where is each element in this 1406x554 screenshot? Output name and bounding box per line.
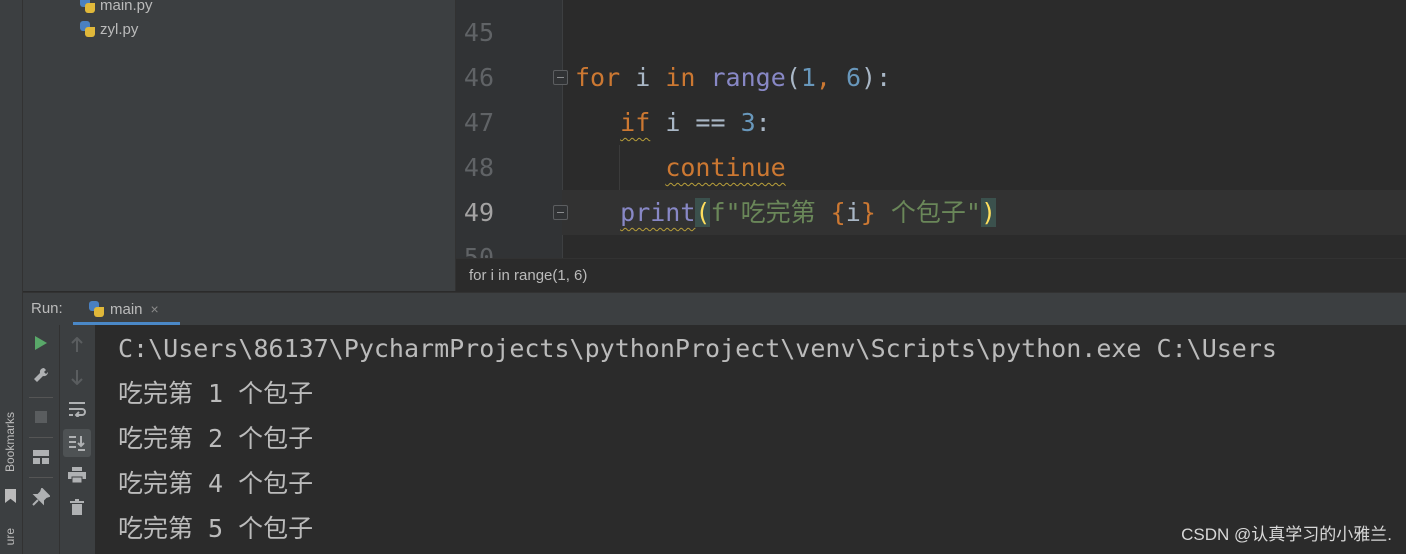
arrow-down-icon — [71, 370, 83, 385]
soft-wrap-icon — [69, 402, 86, 417]
edit-configuration-button[interactable] — [29, 363, 53, 387]
run-tool-window-header: Run: main × — [23, 292, 1406, 326]
run-tab-main[interactable]: main × — [75, 293, 169, 325]
code-line-49: print(f"吃完第 {i} 个包子") — [575, 190, 996, 235]
pin-tab-button[interactable] — [29, 485, 53, 509]
left-tool-strip: Bookmarks ure — [0, 0, 23, 554]
stop-icon — [35, 411, 47, 423]
number-literal: 3 — [740, 108, 756, 137]
bookmark-icon[interactable] — [5, 489, 16, 503]
code-line-47: if i == 3: — [575, 100, 771, 145]
breadcrumb-text: for i in range(1, 6) — [469, 267, 588, 284]
code-token: ( — [785, 63, 801, 92]
code-line-48: continue — [575, 145, 786, 190]
trash-icon — [70, 499, 84, 515]
code-token: ): — [861, 63, 892, 92]
line-number: 48 — [463, 153, 494, 182]
code-token: : — [755, 108, 771, 137]
fstring-brace: } — [860, 198, 876, 227]
python-icon — [89, 301, 104, 317]
arrow-up-icon — [71, 337, 83, 352]
editor-gutter: 45 46 47 48 49 50 — [456, 0, 562, 258]
keyword-if: if — [620, 108, 651, 137]
code-token: i == — [650, 108, 741, 137]
toolbar-separator — [29, 397, 53, 398]
toolbar-separator — [29, 477, 53, 478]
watermark: CSDN @认真学习的小雅兰. — [1181, 525, 1392, 544]
keyword-in: in — [665, 63, 696, 92]
toolbar-separator — [29, 437, 53, 438]
tree-item-label: main.py — [100, 0, 153, 14]
project-tree-pane: main.py zyl.py — [23, 0, 456, 291]
keyword-continue: continue — [665, 153, 786, 182]
run-toolbar-secondary — [60, 325, 96, 554]
print-icon — [68, 467, 86, 483]
run-toolbar-primary — [23, 325, 60, 554]
number-literal: 6 — [845, 63, 862, 92]
console-line: 吃完第 1 个包子 — [118, 379, 314, 408]
line-number: 45 — [463, 18, 494, 47]
structure-tab[interactable]: ure — [3, 528, 17, 545]
code-token: i — [845, 198, 861, 227]
builtin-print: print — [620, 198, 696, 227]
tree-item-main-py[interactable]: main.py — [80, 0, 153, 15]
close-icon[interactable]: × — [151, 301, 159, 317]
string-literal: 个包子" — [875, 198, 981, 227]
tree-item-label: zyl.py — [100, 20, 139, 38]
fstring-brace: { — [830, 198, 846, 227]
string-literal: f"吃完第 — [710, 198, 831, 227]
clear-all-button[interactable] — [65, 495, 89, 519]
breadcrumb[interactable]: for i in range(1, 6) — [456, 258, 1406, 292]
bookmarks-label: Bookmarks — [3, 412, 17, 473]
console-line: 吃完第 5 个包子 — [118, 514, 314, 543]
up-stack-button[interactable] — [65, 333, 89, 357]
code-editor[interactable]: 45 46 47 48 49 50 for i in range(1, 6): … — [456, 0, 1406, 258]
play-icon — [35, 336, 47, 350]
python-file-icon — [80, 0, 95, 13]
structure-label: ure — [3, 528, 17, 546]
console-line: 吃完第 2 个包子 — [118, 424, 314, 453]
pin-icon — [32, 488, 50, 506]
line-number: 46 — [463, 63, 494, 92]
print-button[interactable] — [65, 463, 89, 487]
python-file-icon — [80, 21, 95, 37]
down-stack-button[interactable] — [65, 365, 89, 389]
layout-icon — [33, 450, 49, 464]
builtin-range: range — [710, 63, 786, 92]
number-literal: 1 — [800, 63, 816, 92]
run-tab-label: main — [110, 300, 143, 318]
code-token: , — [815, 63, 846, 92]
keyword-for: for — [575, 63, 621, 92]
scroll-to-end-icon — [69, 436, 85, 451]
restore-layout-button[interactable] — [29, 445, 53, 469]
wrench-icon — [34, 367, 49, 382]
stop-button[interactable] — [29, 405, 53, 429]
tree-item-zyl-py[interactable]: zyl.py — [80, 19, 138, 39]
soft-wrap-button[interactable] — [65, 397, 89, 421]
paren-match: ) — [980, 198, 996, 227]
line-number: 50 — [463, 243, 494, 258]
scroll-to-end-button[interactable] — [63, 429, 91, 457]
paren-match: ( — [695, 198, 711, 227]
code-line-46: for i in range(1, 6): — [575, 55, 891, 100]
line-number: 47 — [463, 108, 494, 137]
console-line: C:\Users\86137\PycharmProjects\pythonPro… — [118, 334, 1277, 363]
console-line: 吃完第 4 个包子 — [118, 469, 314, 498]
fold-icon[interactable] — [553, 70, 568, 85]
code-token: i — [620, 63, 666, 92]
run-label: Run: — [31, 300, 63, 317]
bookmarks-tab[interactable]: Bookmarks — [3, 412, 17, 472]
line-number: 49 — [463, 198, 494, 227]
rerun-button[interactable] — [29, 331, 53, 355]
fold-icon[interactable] — [553, 205, 568, 220]
